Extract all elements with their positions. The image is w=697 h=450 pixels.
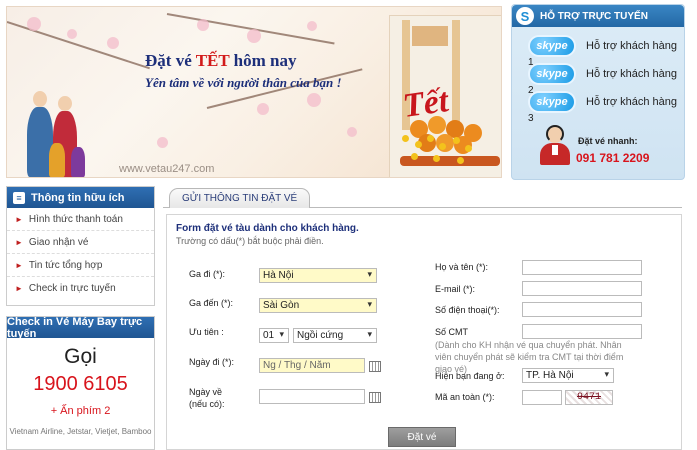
email-input[interactable] [522,281,642,296]
skype-logo-icon: skype [530,37,574,55]
arrow-right-icon: ► [15,237,23,247]
support-item-2[interactable]: skype Hỗ trợ khách hàng [530,65,677,83]
airline-list: Vietnam Airline, Jetstar, Vietjet, Bambo… [9,427,152,436]
support-item-3[interactable]: skype Hỗ trợ khách hàng [530,93,677,111]
full-name-label: Họ và tên (*): [435,262,489,272]
online-support-title: HỖ TRỢ TRỰC TUYẾN [540,10,648,22]
seat-type-select[interactable]: Ngồi cứng [293,328,377,343]
blossom-flower [67,29,77,39]
sidebar-item-label: Hình thức thanh toán [28,213,123,225]
arrive-station-select[interactable]: Sài Gòn [259,298,377,313]
call-extension: + Ấn phím 2 [50,405,111,417]
captcha-image: 9471 [565,390,613,405]
sidebar-item-checkin[interactable]: ► Check in trực tuyến [7,277,154,300]
arrow-right-icon: ► [15,214,23,224]
priority-label: Ưu tiên : [189,327,224,337]
banner-url: www.vetau247.com [119,163,215,175]
support-item-label: Hỗ trợ khách hàng [586,96,677,108]
skype-logo-icon: skype [530,65,574,83]
support-item-label: Hỗ trợ khách hàng [586,40,677,52]
phone-label: Số điện thoại(*): [435,305,500,315]
family-illustration [19,87,89,177]
blossom-flower [27,17,41,31]
captcha-input[interactable] [522,390,562,405]
location-select[interactable]: TP. Hà Nội [522,368,614,383]
sidebar-item-delivery[interactable]: ► Giao nhận vé [7,231,154,254]
id-card-input[interactable] [522,324,642,339]
return-date-input[interactable] [259,389,365,404]
blossom-flower [307,21,317,31]
flight-checkin-panel: Check in Vé Máy Bay trực tuyến Gọi 1900 … [6,316,155,450]
depart-date-label: Ngày đi (*): [189,357,235,367]
info-list-icon: ≡ [13,191,25,204]
sidebar-item-label: Giao nhận vé [28,236,89,248]
blossom-flower [157,137,168,148]
hotline-label: Đặt vé nhanh: [578,136,638,146]
online-support-panel: S HỖ TRỢ TRỰC TUYẾN skype Hỗ trợ khách h… [511,4,685,180]
support-item-label: Hỗ trợ khách hàng [586,68,677,80]
required-note: Trường có dấu(*) bắt buộc phải điền. [176,236,324,246]
call-label: Gọi [64,345,97,368]
full-name-input[interactable] [522,260,642,275]
depart-station-label: Ga đi (*): [189,269,226,279]
sidebar-item-news[interactable]: ► Tin tức tổng hợp [7,254,154,277]
blossom-flower [257,103,269,115]
banner-subtitle: Yên tâm về với người thân của bạn ! [145,75,342,90]
location-label: Hiện bạn đang ở: [435,371,505,381]
depart-station-select[interactable]: Hà Nội [259,268,377,283]
blossom-flower [307,93,321,107]
flight-checkin-header: Check in Vé Máy Bay trực tuyến [7,316,154,340]
return-date-note: (nếu có): [189,399,225,409]
sidebar-item-payment[interactable]: ► Hình thức thanh toán [7,208,154,231]
skype-icon: S [516,7,534,25]
support-agent-icon [538,125,572,165]
calendar-icon[interactable] [369,361,381,372]
location-value: TP. Hà Nội [526,370,574,381]
depart-date-placeholder: Ng / Thg / Năm [263,360,331,371]
priority-count-select[interactable]: 01 [259,328,289,343]
form-tab-bar: GỬI THÔNG TIN ĐẶT VÉ [163,186,682,208]
booking-form: Form đặt vé tàu dành cho khách hàng. Trư… [166,214,682,450]
blossom-flower [107,37,119,49]
sidebar-item-label: Check in trực tuyến [28,283,116,294]
calendar-icon[interactable] [369,392,381,403]
form-title: Form đặt vé tàu dành cho khách hàng. [176,223,359,234]
tet-banner: Đặt vé TẾT hôm nay Yên tâm về với người … [6,6,502,178]
seat-type-value: Ngồi cứng [297,330,344,341]
blossom-flower [347,127,357,137]
tet-calligraphy: Tết [400,82,451,125]
arrow-right-icon: ► [15,284,23,293]
support-item-1[interactable]: skype Hỗ trợ khách hàng [530,37,677,55]
sidebar-item-label: Tin tức tổng hợp [28,259,103,271]
email-label: E-mail (*): [435,284,475,294]
return-date-label: Ngày về [189,387,223,397]
priority-count-value: 01 [263,330,275,341]
useful-info-title: Thông tin hữu ích [31,191,125,204]
captcha-label: Mã an toàn (*): [435,392,495,402]
useful-info-panel: ≡ Thông tin hữu ích ► Hình thức thanh toá… [6,186,155,306]
arrive-station-label: Ga đến (*): [189,298,234,308]
depart-station-value: Hà Nội [263,270,294,281]
skype-logo-icon: skype [530,93,574,111]
id-card-label: Số CMT [435,327,469,337]
blossom-flower [197,19,209,31]
online-support-header: S HỖ TRỢ TRỰC TUYẾN [512,5,684,27]
useful-info-header: ≡ Thông tin hữu ích [7,187,154,208]
blossom-flower [247,29,261,43]
depart-date-input[interactable]: Ng / Thg / Năm [259,358,365,373]
arrive-station-value: Sài Gòn [263,300,300,311]
tab-send-booking-info[interactable]: GỬI THÔNG TIN ĐẶT VÉ [169,188,311,208]
support-item-number: 3 [528,113,534,124]
arrow-right-icon: ► [15,260,23,270]
book-ticket-button[interactable]: Đặt vé [388,427,456,447]
phone-input[interactable] [522,302,642,317]
hotline-number[interactable]: 091 781 2209 [576,151,649,165]
banner-title: Đặt vé TẾT hôm nay [145,51,297,70]
call-number[interactable]: 1900 6105 [7,373,154,396]
